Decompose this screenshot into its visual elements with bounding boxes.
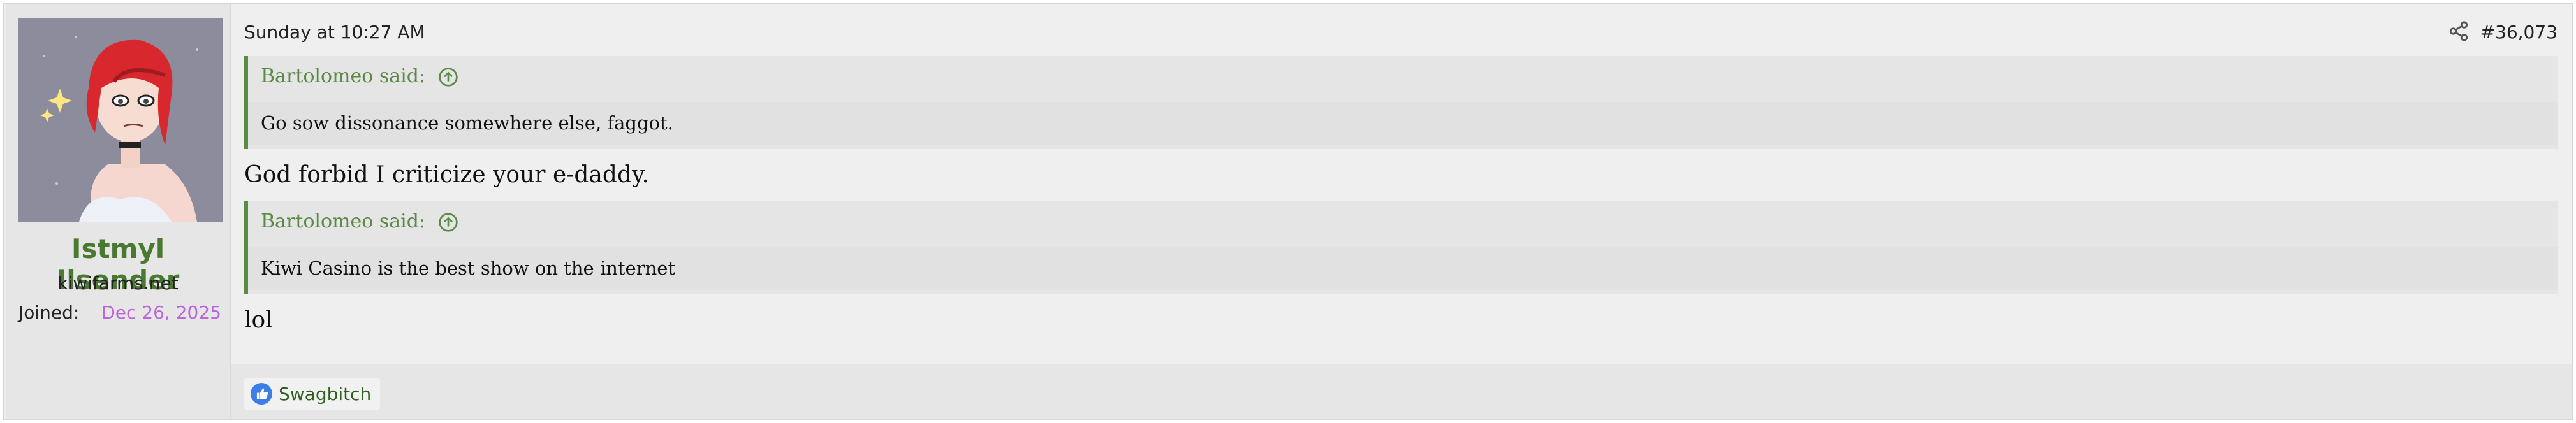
quote-body: Kiwi Casino is the best show on the inte… [248,247,2558,290]
jump-to-quote-icon[interactable] [438,67,458,87]
thumbs-up-icon [251,383,272,405]
message-text: lol [244,307,273,333]
quote-block: Bartolomeo said: Go sow dissonance somew… [244,56,2558,149]
message-text: God forbid I criticize your e-daddy. [244,162,650,188]
quote-block: Bartolomeo said: Kiwi Casino is the best… [244,201,2558,294]
reaction-summary[interactable]: Swagbitch [244,378,381,410]
quote-body: Go sow dissonance somewhere else, faggot… [248,102,2558,145]
jump-to-quote-icon[interactable] [438,212,458,233]
quote-header[interactable]: Bartolomeo said: [261,65,458,87]
post-timestamp[interactable]: Sunday at 10:27 AM [244,22,425,43]
avatar[interactable] [18,18,223,222]
quote-text: Kiwi Casino is the best show on the inte… [261,257,676,279]
quote-author[interactable]: Bartolomeo said: [261,210,425,233]
reactions-bar: Swagbitch [231,364,2572,419]
post-body: Sunday at 10:27 AM #36,073 Bartolomeo sa… [231,4,2572,364]
quote-header[interactable]: Bartolomeo said: [261,210,458,233]
forum-post: Istmyl Ilsender kiwifarms.net Joined: De… [3,3,2573,420]
quote-author[interactable]: Bartolomeo said: [261,65,425,87]
share-icon[interactable] [2448,20,2470,42]
avatar-image [18,18,223,222]
quote-text: Go sow dissonance somewhere else, faggot… [261,112,673,134]
user-info-panel: Istmyl Ilsender kiwifarms.net Joined: De… [6,4,231,419]
post-number[interactable]: #36,073 [2480,22,2558,43]
joined-date: Dec 26, 2025 [101,302,221,323]
reaction-users[interactable]: Swagbitch [279,384,371,405]
user-title: kiwifarms.net [57,273,179,294]
joined-label: Joined: [18,302,80,323]
